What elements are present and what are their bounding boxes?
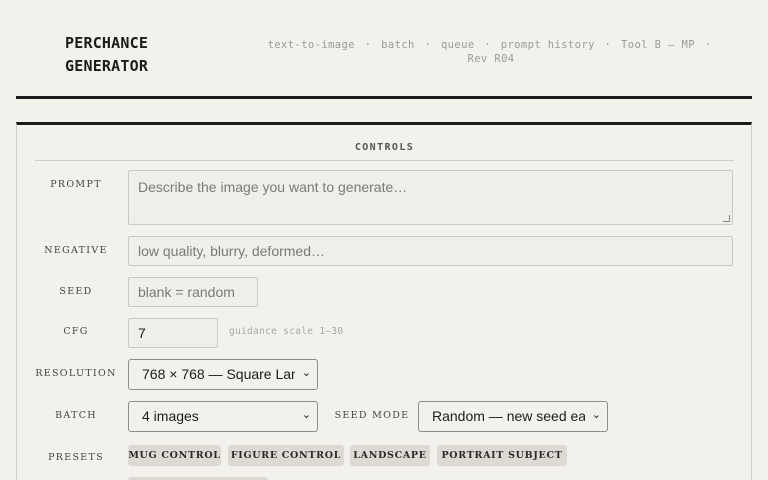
nav-queue[interactable]: queue — [441, 39, 475, 51]
resolution-select[interactable]: 768 × 768 — Square Large ⌄ — [128, 359, 318, 390]
negative-label: NEGATIVE — [44, 245, 108, 256]
chevron-down-icon: ⌄ — [591, 409, 601, 421]
cfg-input[interactable]: 7 — [128, 318, 218, 348]
controls-title: CONTROLS — [35, 142, 734, 161]
resolution-label: RESOLUTION — [35, 368, 117, 379]
batch-select[interactable]: 4 images ⌄ — [128, 401, 318, 432]
controls-panel: CONTROLS PROMPT Describe the image you w… — [16, 122, 752, 480]
batch-value: 4 images — [142, 408, 199, 424]
resize-handle-icon[interactable] — [723, 215, 730, 222]
seed-placeholder: blank = random — [138, 284, 235, 300]
cfg-label: CFG — [63, 326, 89, 337]
seed-mode-value: Random — new seed each — [432, 408, 585, 424]
nav-batch[interactable]: batch — [381, 39, 415, 51]
revision: Rev R04 — [467, 53, 515, 65]
negative-placeholder: low quality, blurry, deformed… — [138, 243, 325, 259]
prompt-label: PROMPT — [50, 179, 102, 190]
resolution-value: 768 × 768 — Square Large — [142, 366, 295, 382]
tool-meta: Tool B — MP — [621, 39, 695, 51]
chevron-down-icon: ⌄ — [301, 409, 311, 421]
seed-mode-label: SEED MODE — [334, 410, 410, 421]
negative-prompt-input[interactable]: low quality, blurry, deformed… — [128, 236, 733, 266]
preset-figure-control[interactable]: FIGURE CONTROL — [228, 445, 344, 466]
chevron-down-icon: ⌄ — [301, 367, 311, 379]
seed-input[interactable]: blank = random — [128, 277, 258, 307]
seed-label: SEED — [59, 286, 93, 297]
batch-label: BATCH — [55, 410, 97, 421]
prompt-placeholder: Describe the image you want to generate… — [138, 179, 408, 195]
logo-line-1: PERCHANCE — [65, 34, 149, 52]
seed-mode-select[interactable]: Random — new seed each ⌄ — [418, 401, 608, 432]
logo-line-2: GENERATOR — [65, 57, 149, 75]
nav-text-to-image[interactable]: text-to-image — [268, 39, 355, 51]
top-nav: text-to-image · batch · queue · prompt h… — [267, 39, 712, 65]
app-header: PERCHANCE GENERATOR text-to-image · batc… — [16, 0, 752, 99]
app-logo[interactable]: PERCHANCE GENERATOR — [65, 32, 148, 78]
prompt-textarea[interactable]: Describe the image you want to generate… — [128, 170, 733, 225]
preset-portrait-subject[interactable]: PORTRAIT SUBJECT — [437, 445, 567, 466]
preset-landscape[interactable]: LANDSCAPE — [350, 445, 430, 466]
cfg-value: 7 — [138, 325, 146, 341]
nav-prompt-history[interactable]: prompt history — [501, 39, 595, 51]
preset-mug-control[interactable]: MUG CONTROL — [128, 445, 221, 466]
presets-label: PRESETS — [48, 452, 104, 463]
cfg-hint: guidance scale 1–30 — [229, 326, 344, 337]
